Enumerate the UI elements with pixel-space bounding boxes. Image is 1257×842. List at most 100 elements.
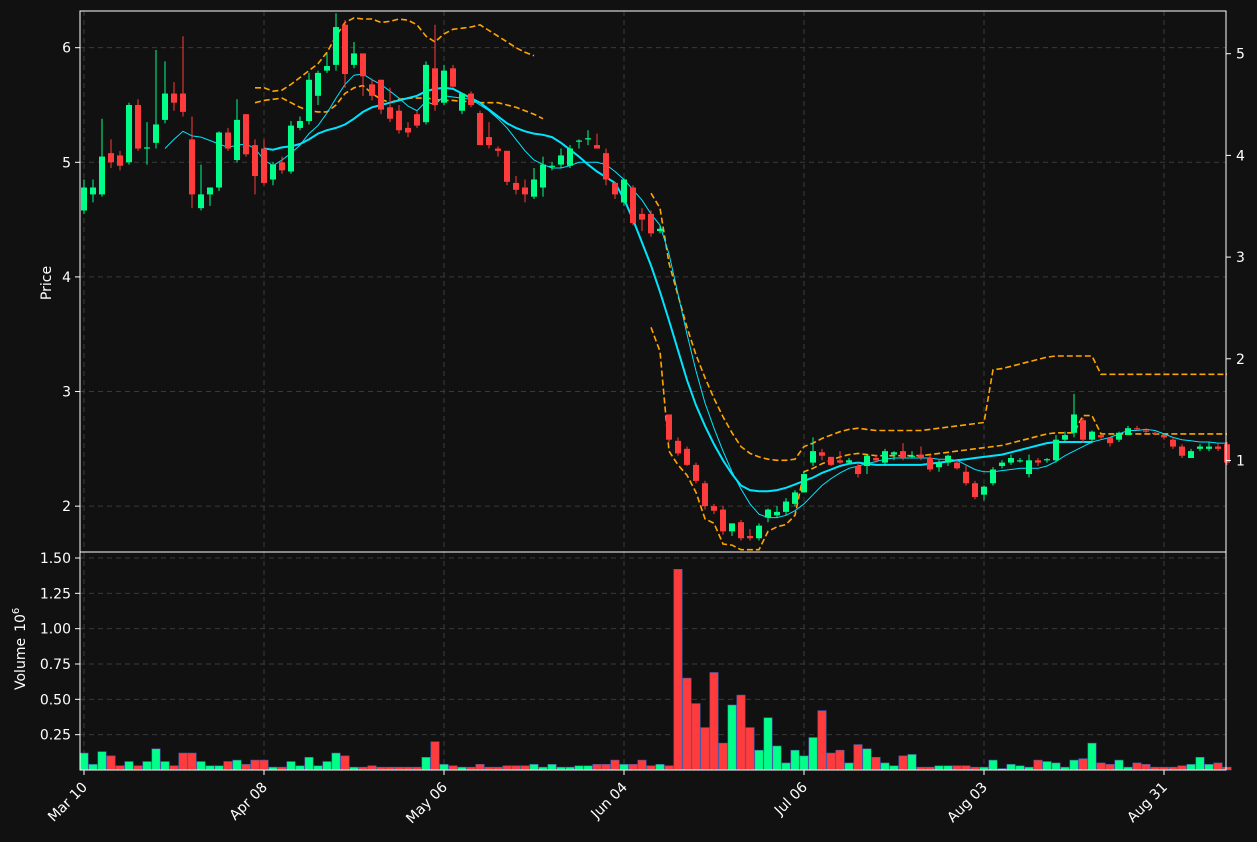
candle-body xyxy=(198,194,204,209)
volume-bar xyxy=(115,765,125,771)
candle-body xyxy=(252,145,258,177)
candle-body xyxy=(954,462,960,469)
volume-bar xyxy=(250,759,260,771)
volume-bar xyxy=(799,755,809,771)
candle-body xyxy=(1080,420,1086,440)
candle-body xyxy=(792,492,798,504)
candle-body xyxy=(783,501,789,512)
candle-body xyxy=(657,228,663,232)
volume-bar xyxy=(178,752,188,771)
candle-body xyxy=(171,93,177,103)
candle-body xyxy=(702,483,708,507)
volume-bar xyxy=(664,765,674,771)
volume-bar xyxy=(169,765,179,771)
candle-body xyxy=(468,93,474,105)
candle-body xyxy=(333,27,339,65)
candle-body xyxy=(1134,428,1140,430)
volume-bar xyxy=(1177,765,1187,771)
volume-bar xyxy=(826,752,836,771)
volume-bar xyxy=(547,764,557,771)
volume-bar xyxy=(151,748,161,771)
volume-bar xyxy=(772,745,782,771)
volume-y-tick-label: 1.25 xyxy=(40,586,71,602)
volume-bar xyxy=(619,764,629,771)
volume-bar xyxy=(988,759,998,771)
price-y-tick-label: 4 xyxy=(62,270,71,286)
candle-body xyxy=(864,455,870,467)
candle-body xyxy=(414,114,420,126)
price-y-tick-label: 3 xyxy=(62,385,71,401)
volume-bar xyxy=(1141,764,1151,771)
volume-bar xyxy=(853,744,863,771)
candle-body xyxy=(891,452,897,455)
candle-body xyxy=(504,150,510,182)
volume-bar xyxy=(1213,762,1223,771)
candle-body xyxy=(1035,460,1041,463)
candle-body xyxy=(1170,439,1176,447)
candle-body xyxy=(531,179,537,197)
volume-bar xyxy=(223,761,233,771)
candle-body xyxy=(774,511,780,516)
candle-body xyxy=(549,165,555,167)
candle-body xyxy=(234,119,240,161)
volume-bar xyxy=(673,569,683,771)
volume-bar xyxy=(133,765,143,771)
volume-bar xyxy=(322,761,332,771)
candle-body xyxy=(99,156,105,195)
volume-y-tick-label: 1.50 xyxy=(40,551,71,567)
candle-body xyxy=(1017,460,1023,462)
volume-bar xyxy=(880,762,890,771)
candle-body xyxy=(342,24,348,75)
volume-bar xyxy=(124,761,134,771)
volume-bar xyxy=(790,749,800,771)
volume-bar xyxy=(781,762,791,771)
volume-bar xyxy=(889,765,899,771)
candle-body xyxy=(216,132,222,188)
candle-body xyxy=(1098,435,1104,438)
candle-body xyxy=(108,153,114,163)
volume-y-tick-label: 1.00 xyxy=(40,622,71,638)
volume-bar xyxy=(313,765,323,771)
candle-body xyxy=(117,155,123,166)
volume-bar xyxy=(448,765,458,771)
volume-bar xyxy=(1132,762,1142,771)
candle-body xyxy=(675,440,681,454)
volume-bar xyxy=(1069,759,1079,771)
volume-bar xyxy=(718,742,728,771)
price-y-tick-label: 6 xyxy=(62,41,71,57)
candle-body xyxy=(432,68,438,105)
candle-body xyxy=(459,93,465,111)
volume-bar xyxy=(1042,761,1052,771)
volume-bar xyxy=(367,765,377,771)
candle-body xyxy=(603,153,609,180)
candlestick-chart: Price Volume106 Mar 10 Apr 08 May 06 Jun 04… xyxy=(0,0,1257,842)
volume-bar xyxy=(943,765,953,771)
volume-bar xyxy=(79,752,89,771)
volume-bar xyxy=(331,752,341,771)
candle-body xyxy=(1062,435,1068,440)
volume-bar xyxy=(475,764,485,771)
volume-bar xyxy=(628,764,638,771)
volume-bar xyxy=(97,751,107,771)
candle-body xyxy=(315,72,321,96)
candle-body xyxy=(819,452,825,456)
candle-body xyxy=(909,455,915,457)
candle-body xyxy=(873,458,879,461)
volume-bar xyxy=(583,765,593,771)
candle-body xyxy=(1197,446,1203,449)
candle-body xyxy=(846,460,852,463)
candle-body xyxy=(756,525,762,539)
volume-bar xyxy=(745,727,755,771)
candle-body xyxy=(1107,437,1113,444)
candle-body xyxy=(666,414,672,440)
volume-bar xyxy=(1114,759,1124,771)
volume-bar xyxy=(700,727,710,771)
candle-body xyxy=(810,451,816,463)
price-y-tick-label: 5 xyxy=(62,155,71,171)
volume-bar xyxy=(601,764,611,771)
candle-body xyxy=(927,458,933,470)
candle-body xyxy=(513,182,519,190)
volume-axis-label-power: 6 xyxy=(11,608,22,614)
volume-bar xyxy=(871,756,881,771)
volume-bar xyxy=(574,765,584,771)
